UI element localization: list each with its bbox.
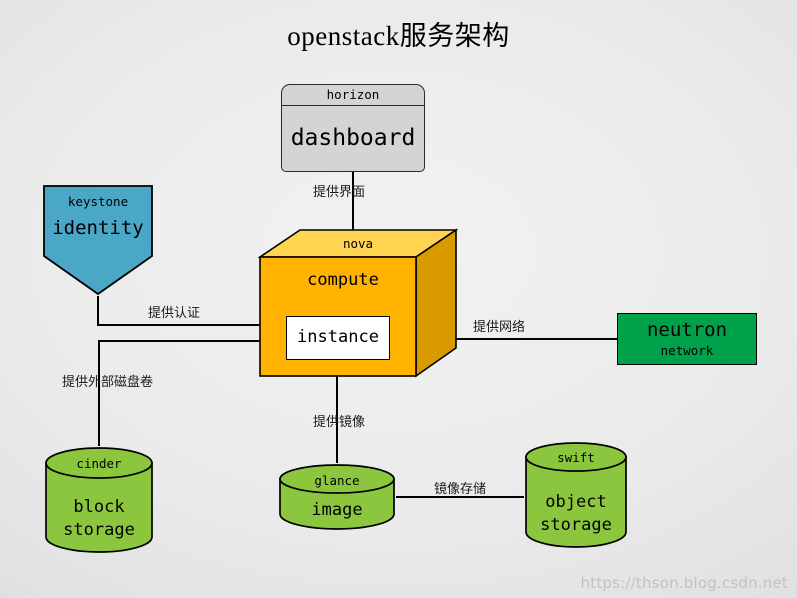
- swift-role-line1: object: [545, 492, 607, 512]
- neutron-role-label: network: [660, 343, 714, 358]
- edge-label-horizon-nova: 提供界面: [313, 185, 366, 200]
- horizon-role-label: dashboard: [290, 125, 416, 151]
- node-keystone[interactable]: keystone identity: [42, 184, 154, 296]
- cinder-role-label: block storage: [44, 496, 154, 542]
- swift-role-label: object storage: [524, 491, 628, 537]
- glance-service-label: glance: [314, 473, 360, 488]
- swift-role-line2: storage: [540, 515, 612, 535]
- keystone-role-label: identity: [52, 217, 144, 239]
- cinder-role-line2: storage: [63, 520, 135, 540]
- horizon-service-label: horizon: [282, 85, 424, 106]
- keystone-service-label: keystone: [67, 194, 129, 209]
- node-glance[interactable]: glance image: [278, 463, 396, 531]
- edge-label-nova-glance: 提供镜像: [313, 415, 366, 430]
- diagram-canvas: openstack服务架构 horizon dashboard keystone…: [0, 0, 797, 598]
- cinder-service-label: cinder: [76, 456, 122, 471]
- glance-role-label: image: [311, 500, 363, 520]
- node-instance[interactable]: instance: [286, 316, 390, 360]
- edge-label-instance-neutron: 提供网络: [473, 320, 526, 335]
- cinder-role-line1: block: [73, 497, 125, 517]
- nova-role-label: compute: [307, 270, 379, 290]
- nova-service-label: nova: [342, 236, 374, 251]
- swift-service-label: swift: [557, 450, 595, 465]
- edge-label-glance-swift: 镜像存储: [434, 482, 487, 497]
- node-horizon[interactable]: horizon dashboard: [281, 84, 425, 172]
- edge-label-cinder-instance: 提供外部磁盘卷: [62, 375, 154, 390]
- edge-label-keystone-instance: 提供认证: [148, 306, 201, 321]
- neutron-service-label: neutron: [646, 319, 728, 341]
- node-cinder[interactable]: cinder block storage: [44, 446, 154, 554]
- node-swift[interactable]: swift object storage: [524, 441, 628, 549]
- watermark: https://thson.blog.csdn.net: [580, 574, 788, 592]
- node-neutron[interactable]: neutron network: [617, 313, 757, 365]
